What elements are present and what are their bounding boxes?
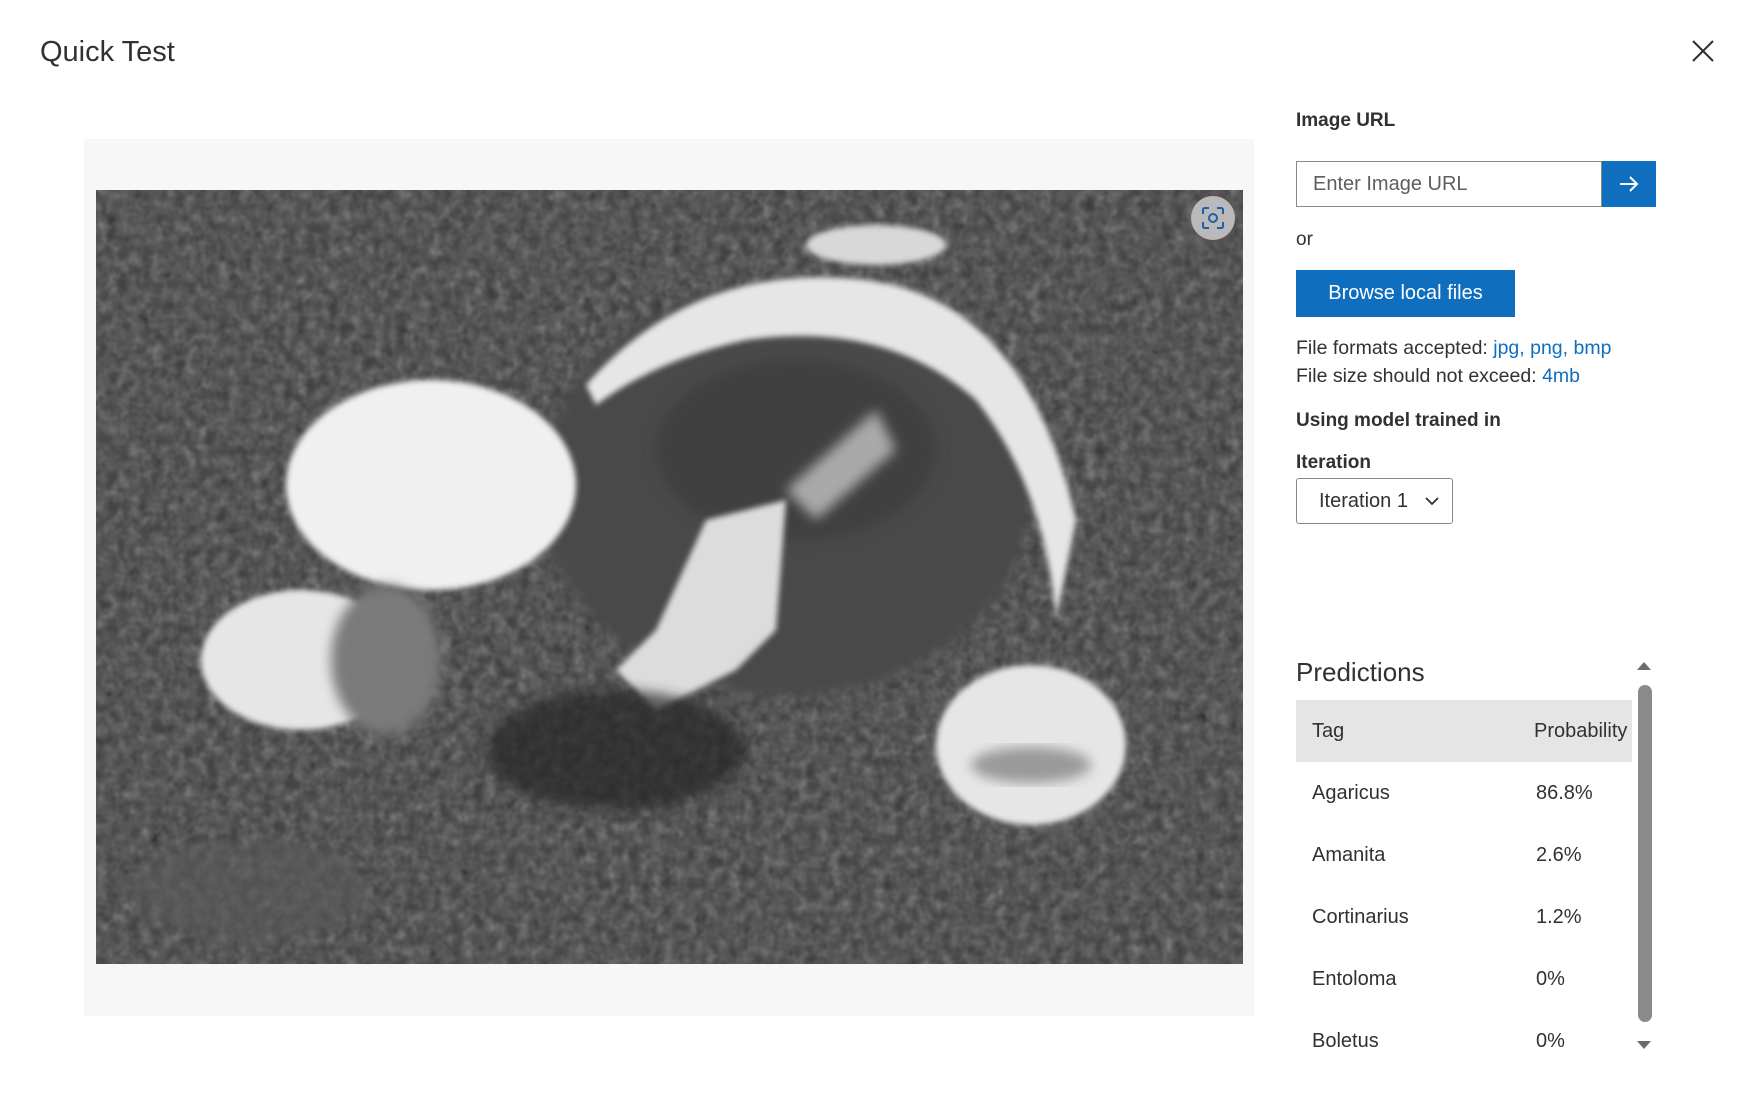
iteration-selected-value: Iteration 1: [1319, 489, 1408, 512]
prediction-tag: Agaricus: [1312, 781, 1390, 804]
column-header-tag: Tag: [1312, 719, 1345, 742]
mushroom-photo: [96, 190, 1243, 964]
prediction-tag: Cortinarius: [1312, 905, 1409, 928]
or-text: or: [1296, 229, 1313, 250]
iteration-label: Iteration: [1296, 452, 1371, 473]
table-row: Amanita 2.6%: [1296, 824, 1632, 886]
column-header-probability: Probability: [1534, 719, 1628, 742]
prediction-probability: 2.6%: [1536, 843, 1582, 866]
iteration-dropdown[interactable]: Iteration 1: [1296, 478, 1453, 524]
file-formats-info: File formats accepted: jpg, png, bmp: [1296, 337, 1611, 360]
image-url-input[interactable]: [1296, 161, 1602, 207]
capture-button[interactable]: [1191, 196, 1235, 240]
screenshot-capture-icon: [1202, 207, 1224, 229]
test-image: [96, 190, 1243, 964]
browse-local-files-button[interactable]: Browse local files: [1296, 270, 1515, 317]
predictions-scrollbar[interactable]: [1635, 648, 1653, 1060]
right-panel: Image URL or Browse local files File for…: [1296, 0, 1716, 1118]
prediction-tag: Amanita: [1312, 843, 1386, 866]
file-formats-link[interactable]: jpg, png, bmp: [1493, 337, 1611, 359]
table-row: Cortinarius 1.2%: [1296, 886, 1632, 948]
prediction-tag: Entoloma: [1312, 967, 1397, 990]
image-url-label: Image URL: [1296, 110, 1396, 131]
quick-test-dialog: Quick Test Image URL Enter Image URL or …: [0, 0, 1738, 1118]
arrow-right-icon: [1620, 176, 1639, 192]
dialog-title: Quick Test: [40, 36, 175, 68]
predictions-title: Predictions: [1296, 657, 1425, 687]
image-preview-panel: [84, 139, 1254, 1016]
prediction-tag: Boletus: [1312, 1029, 1379, 1052]
submit-url-button[interactable]: [1602, 161, 1656, 207]
file-formats-label: File formats accepted:: [1296, 337, 1494, 359]
scrollbar-thumb[interactable]: [1638, 685, 1652, 1022]
prediction-probability: 1.2%: [1536, 905, 1582, 928]
scroll-up-arrow-icon[interactable]: [1637, 662, 1651, 670]
prediction-probability: 0%: [1536, 1029, 1565, 1052]
file-size-link[interactable]: 4mb: [1542, 365, 1580, 387]
table-row: Agaricus 86.8%: [1296, 762, 1632, 824]
file-size-label: File size should not exceed:: [1296, 365, 1543, 387]
predictions-table: Tag Probability Agaricus 86.8% Amanita 2…: [1296, 700, 1632, 1072]
table-row: Boletus 0%: [1296, 1010, 1632, 1072]
file-size-info: File size should not exceed: 4mb: [1296, 365, 1580, 388]
predictions-header-row: Tag Probability: [1296, 700, 1632, 762]
scroll-down-arrow-icon[interactable]: [1637, 1041, 1651, 1049]
model-trained-label: Using model trained in: [1296, 410, 1501, 431]
prediction-probability: 0%: [1536, 967, 1565, 990]
table-row: Entoloma 0%: [1296, 948, 1632, 1010]
prediction-probability: 86.8%: [1536, 781, 1593, 804]
chevron-down-icon: [1425, 497, 1439, 506]
